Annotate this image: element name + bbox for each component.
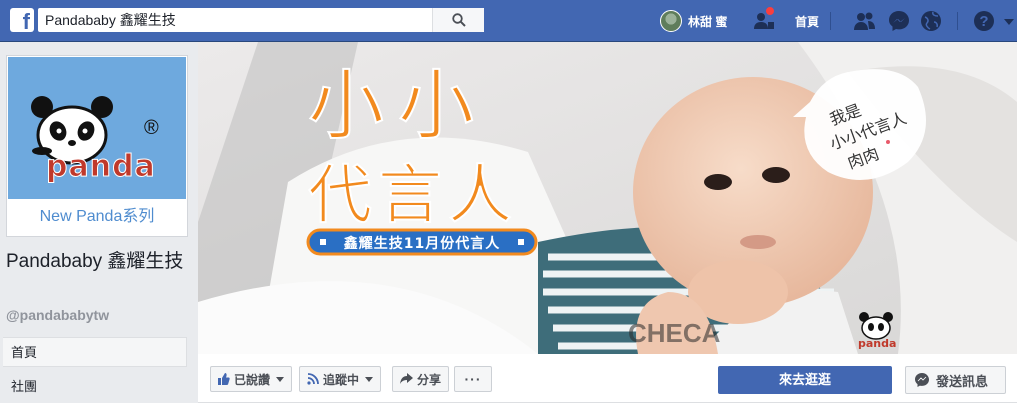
sidebar-item-home[interactable]: 首頁 — [3, 337, 187, 367]
cover-watermark-logo: panda — [858, 337, 896, 350]
page-profile-picture[interactable]: ® panda New Panda系列 — [6, 55, 188, 237]
following-button-label: 追蹤中 — [323, 372, 360, 387]
chevron-down-icon — [276, 376, 285, 382]
avatar — [660, 10, 682, 32]
logo-caption: New Panda系列 — [8, 199, 186, 235]
cover-photo[interactable]: CHECA 我是 小小代言人 肉肉 小小 代言人 鑫耀生技11月份代言人 pan… — [198, 42, 1017, 354]
logo-wordmark: panda — [46, 149, 156, 184]
send-message-label: 發送訊息 — [936, 373, 989, 389]
thumbs-up-icon — [218, 373, 230, 385]
liked-button[interactable]: 已說讚 — [210, 366, 293, 392]
cover-headline-line-1: 小小 — [308, 61, 488, 150]
top-bar: f Pandababy 鑫耀生技 林甜 蜜 首頁 ? — [0, 0, 1017, 42]
send-message-button[interactable]: 發送訊息 — [905, 366, 1006, 394]
notification-badge — [765, 6, 775, 16]
more-options-icon: ··· — [464, 371, 482, 387]
shirt-print-text: CHECA — [628, 318, 721, 348]
facebook-logo-icon[interactable]: f — [10, 8, 34, 32]
cover-illustration: CHECA 我是 小小代言人 肉肉 小小 代言人 鑫耀生技11月份代言人 pan… — [198, 42, 1017, 354]
search-icon — [452, 13, 466, 27]
share-button[interactable]: 分享 — [392, 366, 450, 392]
home-link[interactable]: 首頁 — [795, 13, 819, 30]
divider — [830, 12, 831, 30]
friend-requests-icon[interactable] — [853, 9, 877, 33]
page-title[interactable]: Pandababy 鑫耀生技 — [6, 250, 194, 274]
find-friends-icon[interactable] — [752, 6, 776, 33]
share-button-label: 分享 — [417, 372, 442, 387]
rss-feed-icon — [307, 373, 319, 385]
search-button[interactable] — [432, 8, 484, 32]
page-handle[interactable]: @pandababytw — [6, 307, 109, 323]
share-arrow-icon — [400, 373, 413, 384]
profile-link[interactable]: 林甜 蜜 — [660, 9, 727, 33]
shop-now-button[interactable]: 來去逛逛 — [718, 366, 892, 394]
messenger-icon — [915, 373, 929, 387]
cover-headline-line-2: 代言人 — [308, 159, 518, 233]
logo-registered-mark: ® — [144, 117, 159, 139]
user-name: 林甜 蜜 — [688, 14, 728, 29]
search-input[interactable]: Pandababy 鑫耀生技 — [38, 8, 484, 32]
liked-button-label: 已說讚 — [234, 372, 271, 387]
logo-background: ® panda — [8, 57, 186, 199]
divider — [957, 12, 958, 30]
page-action-bar: 已說讚 追蹤中 分享 ··· 來去逛逛 發送訊息 — [198, 354, 1017, 403]
notifications-globe-icon[interactable] — [919, 9, 943, 33]
more-options-button[interactable]: ··· — [454, 366, 492, 392]
sidebar-item-groups[interactable]: 社團 — [11, 376, 37, 395]
following-button[interactable]: 追蹤中 — [299, 366, 382, 392]
cover-banner-text: 鑫耀生技11月份代言人 — [343, 235, 500, 252]
account-menu-caret-icon[interactable] — [1003, 9, 1015, 33]
chevron-down-icon — [365, 376, 374, 382]
svg-text:?: ? — [979, 13, 988, 30]
help-icon[interactable]: ? — [972, 9, 996, 33]
messenger-icon[interactable] — [887, 9, 911, 33]
left-column: ® panda New Panda系列 Pandababy 鑫耀生技 @pand… — [0, 42, 198, 403]
